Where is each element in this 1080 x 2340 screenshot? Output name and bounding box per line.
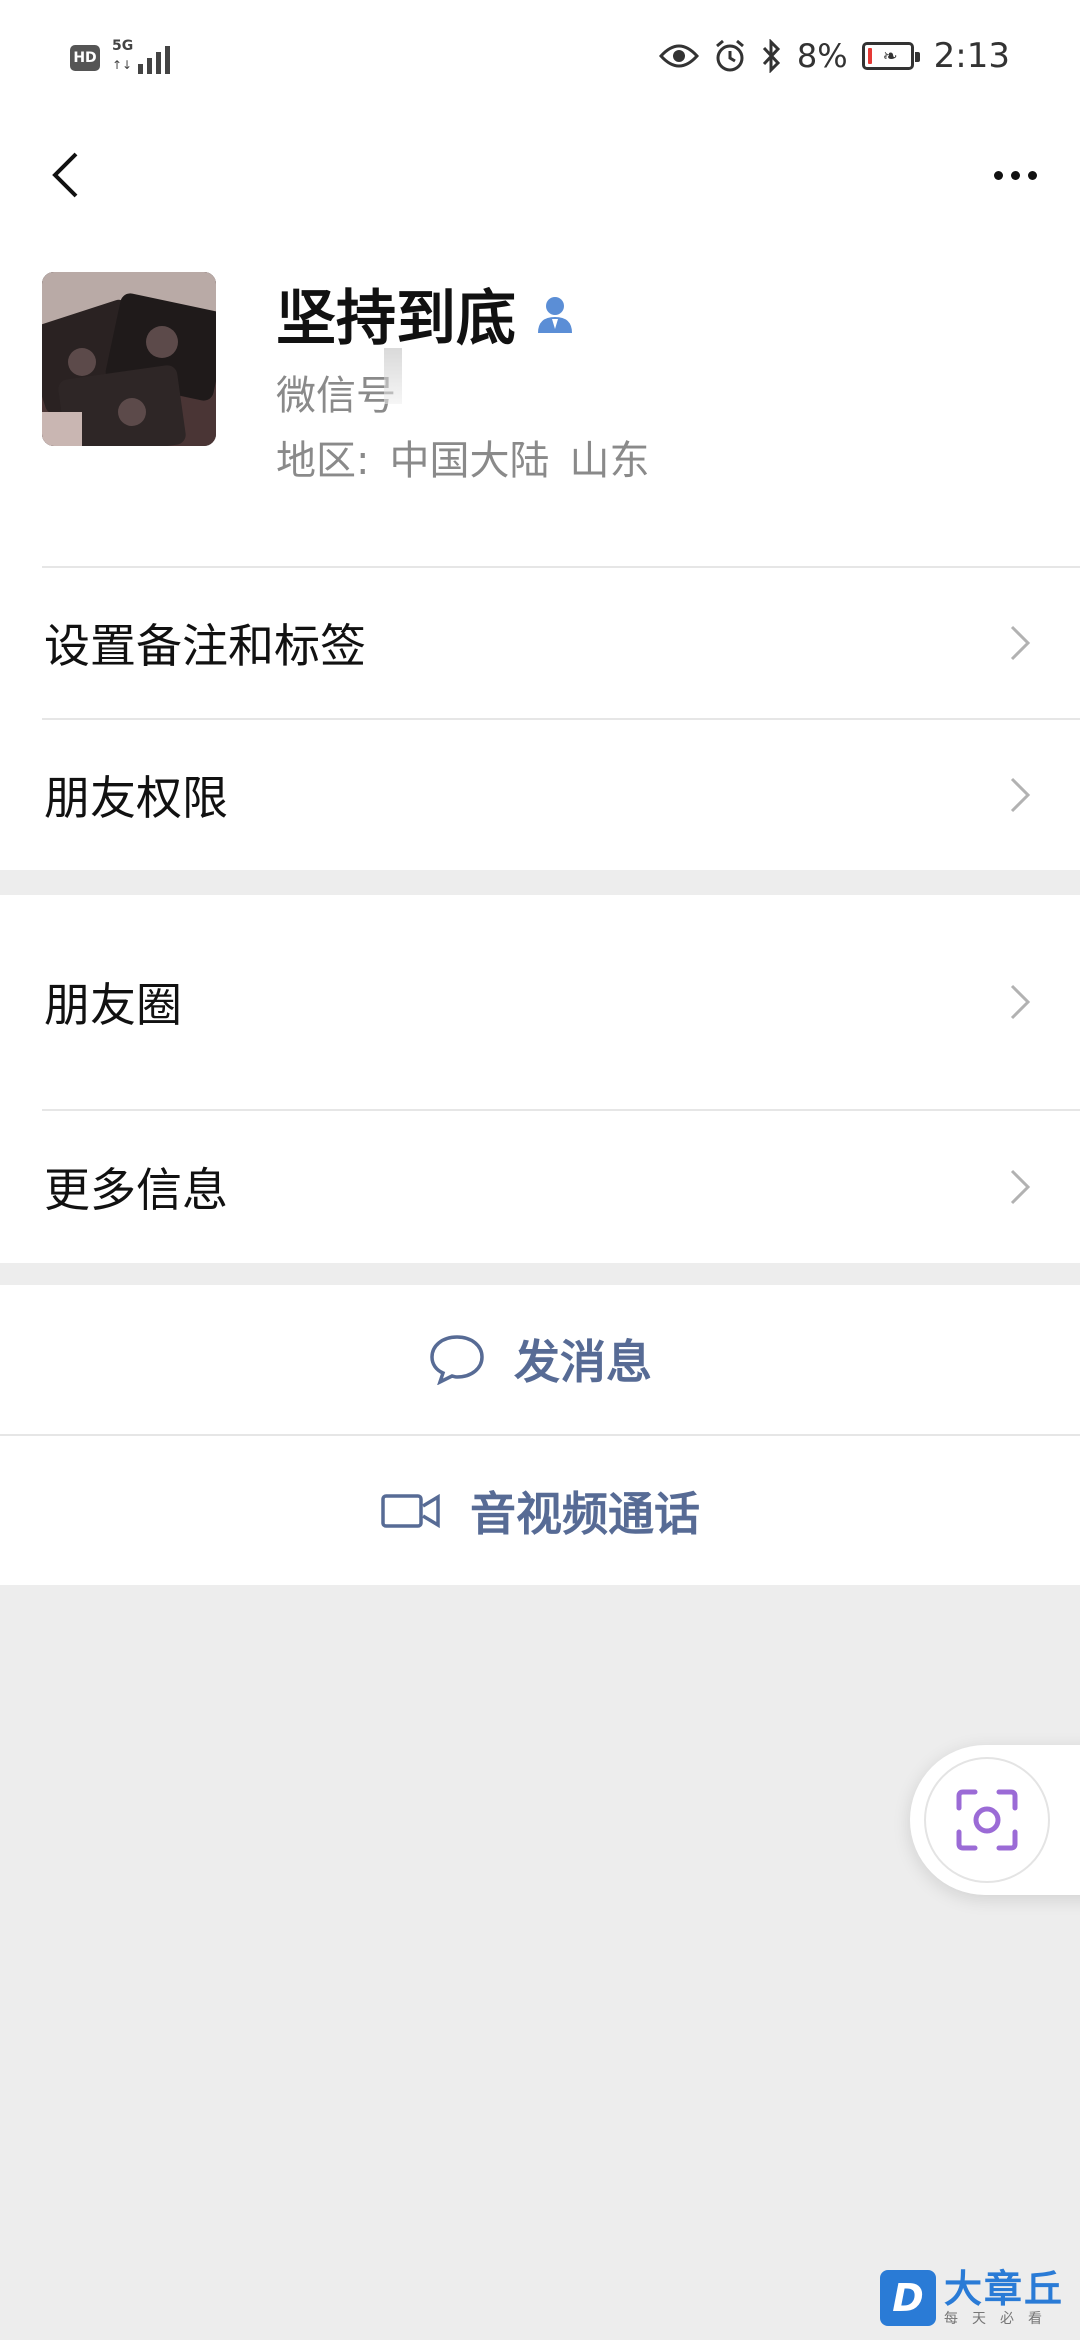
- more-dot: [1027, 170, 1037, 180]
- region-label: 地区:: [276, 438, 370, 484]
- signal-bars-icon: [138, 44, 170, 74]
- leaf-icon: ❧: [882, 46, 898, 67]
- nickname-row: 坚持到底: [276, 270, 576, 357]
- scan-circle: [924, 1757, 1050, 1883]
- redaction-blur: [384, 348, 402, 404]
- clock: 2:13: [933, 36, 1010, 76]
- video-call-label: 音视频通话: [470, 1486, 700, 1541]
- row-label: 朋友圈: [44, 978, 182, 1032]
- chevron-left-icon: [52, 152, 78, 198]
- bluetooth-icon: [762, 39, 780, 73]
- floating-scan-button[interactable]: [910, 1745, 1080, 1895]
- status-right: 8% ❧ 2:13: [658, 36, 1010, 76]
- region-country: 中国大陆: [389, 438, 550, 484]
- profile-header: 坚持到底 微信号 地区: 中国大陆 山东: [0, 230, 1080, 568]
- status-left: HD 5G ↑↓: [70, 38, 202, 78]
- contact-profile-screen: HD 5G ↑↓ 8% ❧ 2:13 坚持到底 微信号 地区: 中国大陆 山东 …: [0, 0, 1080, 2340]
- battery-percent: 8%: [796, 37, 848, 75]
- row-label: 设置备注和标签: [44, 619, 366, 673]
- send-message-button[interactable]: 发消息: [0, 1285, 1080, 1433]
- row-friend-permissions[interactable]: 朋友权限: [0, 720, 1080, 870]
- nickname: 坚持到底: [276, 284, 516, 354]
- video-camera-icon: [381, 1493, 440, 1528]
- more-dot: [1010, 170, 1020, 180]
- data-arrows-icon: ↑↓: [112, 58, 133, 72]
- network-type: 5G: [112, 38, 134, 54]
- video-call-button[interactable]: 音视频通话: [0, 1436, 1080, 1585]
- row-remark-tags[interactable]: 设置备注和标签: [0, 568, 1080, 718]
- watermark-subtitle: 每天必看: [944, 2311, 1056, 2327]
- watermark: D 大章丘 每天必看: [880, 2270, 1064, 2326]
- settings-section: 设置备注和标签 朋友权限: [0, 568, 1080, 870]
- chat-bubble-icon: [430, 1335, 484, 1385]
- scan-icon: [956, 1789, 1018, 1851]
- status-bar: HD 5G ↑↓ 8% ❧ 2:13: [0, 0, 1080, 120]
- row-moments[interactable]: 朋友圈: [0, 895, 1080, 1109]
- region: 地区: 中国大陆 山东: [276, 428, 649, 486]
- watermark-text: 大章丘 每天必看: [944, 2270, 1064, 2326]
- watermark-title: 大章丘: [944, 2267, 1065, 2311]
- alarm-icon: [715, 39, 744, 72]
- person-icon: [538, 296, 572, 333]
- nav-bar: [0, 120, 1080, 230]
- signal-icon: 5G ↑↓: [112, 38, 202, 78]
- chevron-right-icon: [1010, 625, 1031, 661]
- avatar-image: [42, 272, 216, 446]
- actions-section: 发消息 音视频通话: [0, 1285, 1080, 1585]
- hd-badge: HD: [70, 45, 100, 71]
- watermark-logo: D: [880, 2270, 936, 2326]
- send-message-label: 发消息: [514, 1335, 652, 1389]
- more-dot: [993, 170, 1003, 180]
- chevron-right-icon: [1010, 1169, 1031, 1205]
- row-more-info[interactable]: 更多信息: [0, 1111, 1080, 1263]
- chevron-right-icon: [1010, 984, 1031, 1020]
- region-province: 山东: [569, 438, 650, 484]
- row-label: 朋友权限: [44, 771, 228, 825]
- row-label: 更多信息: [44, 1163, 228, 1217]
- wechat-id-label: 微信号: [276, 373, 396, 419]
- back-button[interactable]: [30, 135, 100, 215]
- more-button[interactable]: [970, 135, 1060, 215]
- battery-level: [867, 48, 872, 64]
- chevron-right-icon: [1010, 777, 1031, 813]
- avatar[interactable]: [42, 272, 216, 446]
- eye-icon: [658, 44, 699, 68]
- info-section: 朋友圈 更多信息: [0, 895, 1080, 1263]
- battery-icon: ❧: [861, 42, 920, 70]
